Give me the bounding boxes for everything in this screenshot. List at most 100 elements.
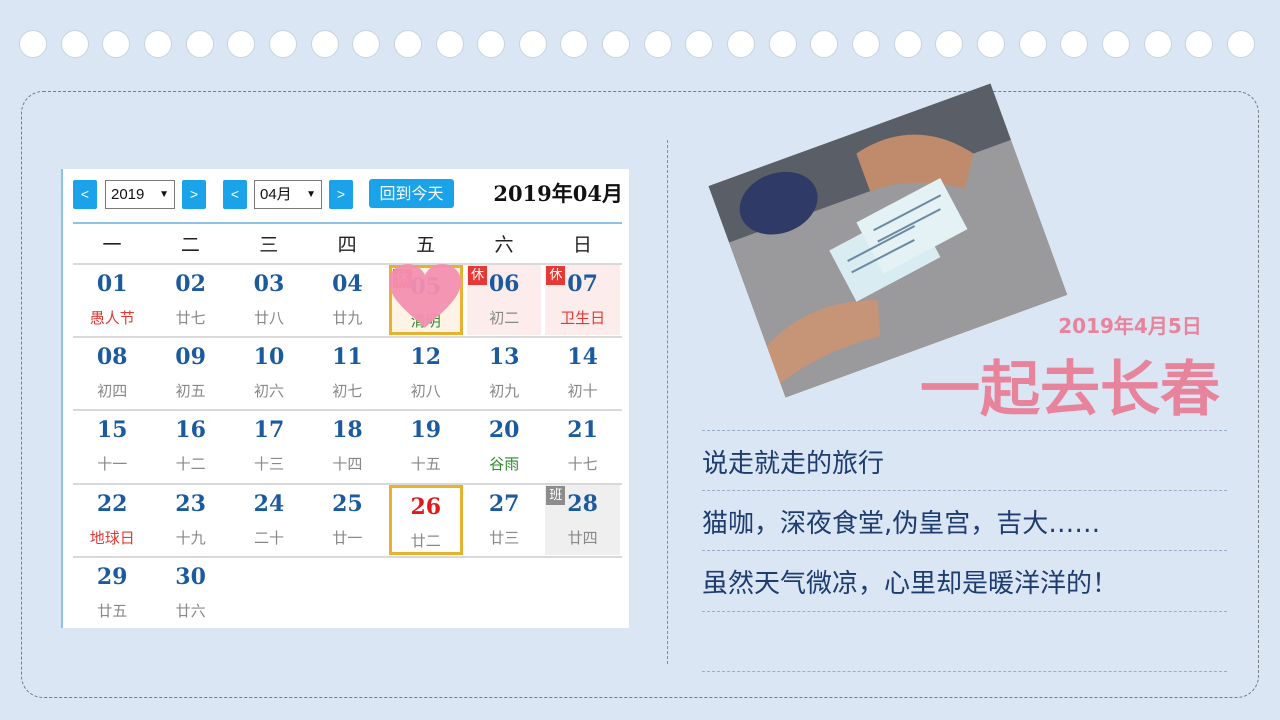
lunar-date: 廿七 xyxy=(175,309,206,327)
day-number: 14 xyxy=(567,344,598,371)
day-cell-25[interactable]: 25 廿一 xyxy=(310,485,384,555)
day-cell-27[interactable]: 27 廿三 xyxy=(467,485,541,555)
day-cell-04[interactable]: 04 廿九 xyxy=(310,265,384,335)
binder-holes xyxy=(19,30,1259,58)
trip-date: 2019年4月5日 xyxy=(1058,314,1202,338)
day-number: 30 xyxy=(175,563,206,590)
day-cell-22[interactable]: 22 地球日 xyxy=(75,485,149,555)
day-number: 25 xyxy=(332,490,363,517)
prev-year-button[interactable]: < xyxy=(73,180,97,209)
day-cell-15[interactable]: 15 十一 xyxy=(75,411,149,481)
day-cell-07[interactable]: 07 卫生日休 xyxy=(545,265,620,336)
day-cell-24[interactable]: 24 二十 xyxy=(232,485,306,555)
lunar-date: 十一 xyxy=(97,455,128,474)
day-number: 27 xyxy=(488,490,520,517)
lunar-date: 廿九 xyxy=(332,309,363,327)
day-cell-12[interactable]: 12 初八 xyxy=(389,338,463,408)
month-select-value: 04月 xyxy=(260,186,292,203)
day-cell-06[interactable]: 06 初二休 xyxy=(467,265,542,336)
dashed-rule xyxy=(702,550,1227,551)
day-number: 26 xyxy=(410,493,442,520)
prev-month-button[interactable]: < xyxy=(223,180,247,209)
day-cell-23[interactable]: 23 十九 xyxy=(153,485,227,555)
lunar-date: 初八 xyxy=(410,382,441,401)
binder-hole xyxy=(518,30,547,58)
day-cell-19[interactable]: 19 十五 xyxy=(389,411,463,481)
lunar-date: 十四 xyxy=(332,455,363,474)
day-number: 20 xyxy=(488,417,520,444)
day-number: 13 xyxy=(488,344,520,371)
year-select[interactable]: 2019 ▼ xyxy=(105,180,175,209)
work-day-badge: 班 xyxy=(546,485,566,505)
day-number: 24 xyxy=(253,490,285,517)
dashed-rule xyxy=(702,490,1227,491)
day-cell-14[interactable]: 14 初十 xyxy=(545,338,619,408)
day-number: 18 xyxy=(332,417,363,444)
weekday-row: 一二三四五六日 xyxy=(73,226,622,264)
day-cell-08[interactable]: 08 初四 xyxy=(75,338,149,408)
binder-hole xyxy=(268,30,297,58)
day-cell-21[interactable]: 21 十七 xyxy=(545,411,619,481)
day-cell-11[interactable]: 11 初七 xyxy=(310,338,384,408)
day-cell-16[interactable]: 16 十二 xyxy=(153,411,227,481)
month-select[interactable]: 04月 ▼ xyxy=(254,180,322,209)
day-cell-30[interactable]: 30 廿六 xyxy=(153,558,227,628)
day-number: 11 xyxy=(332,344,363,371)
binder-hole xyxy=(352,30,381,58)
day-cell-01[interactable]: 01 愚人节 xyxy=(75,265,149,335)
next-year-button[interactable]: > xyxy=(182,180,206,209)
binder-hole xyxy=(1101,30,1130,58)
day-number: 19 xyxy=(410,417,442,444)
day-cell-17[interactable]: 17 十三 xyxy=(232,411,306,481)
binder-hole xyxy=(19,30,47,58)
weekday-label: 五 xyxy=(416,234,436,256)
binder-hole xyxy=(60,30,89,58)
day-number: 23 xyxy=(175,490,206,517)
story-line-1: 说走就走的旅行 xyxy=(702,449,885,479)
day-cell-20[interactable]: 20 谷雨 xyxy=(467,411,541,481)
rest-day-badge: 休 xyxy=(468,266,487,285)
day-cell-03[interactable]: 03 廿八 xyxy=(232,265,306,335)
binder-hole xyxy=(976,30,1005,58)
binder-hole xyxy=(102,30,131,58)
rest-day-badge: 休 xyxy=(546,266,566,285)
lunar-date: 廿八 xyxy=(253,309,284,327)
dashed-rule xyxy=(702,430,1227,431)
day-cell-10[interactable]: 10 初六 xyxy=(232,338,306,408)
lunar-date: 廿六 xyxy=(175,601,206,620)
lunar-date: 十五 xyxy=(410,455,441,474)
dropdown-arrow-icon: ▼ xyxy=(306,189,316,200)
lunar-date: 愚人节 xyxy=(89,309,135,327)
header-divider xyxy=(73,222,622,224)
day-cell-29[interactable]: 29 廿五 xyxy=(75,558,149,628)
lunar-date: 初二 xyxy=(489,309,520,327)
weekday-label: 二 xyxy=(180,234,200,256)
binder-hole xyxy=(227,30,256,58)
day-number: 22 xyxy=(96,490,128,517)
binder-hole xyxy=(852,30,880,58)
day-cell-26[interactable]: 26 廿二 xyxy=(388,484,463,555)
day-cell-28[interactable]: 28 廿四班 xyxy=(545,484,620,555)
lunar-date: 初四 xyxy=(97,382,128,401)
binder-hole xyxy=(643,30,672,58)
lunar-date: 初五 xyxy=(175,382,206,401)
binder-hole xyxy=(1226,30,1255,58)
day-cell-02[interactable]: 02 廿七 xyxy=(153,265,227,335)
day-number: 10 xyxy=(253,344,285,371)
binder-hole xyxy=(768,30,797,58)
next-month-button[interactable]: > xyxy=(329,180,353,209)
lunar-date: 十二 xyxy=(175,455,206,474)
story-line-3: 虽然天气微凉，心里却是暖洋洋的！ xyxy=(702,569,1119,599)
day-cell-13[interactable]: 13 初九 xyxy=(467,338,541,408)
lunar-date: 十七 xyxy=(567,455,598,474)
binder-hole xyxy=(477,30,506,58)
day-cell-09[interactable]: 09 初五 xyxy=(153,338,227,408)
day-cell-18[interactable]: 18 十四 xyxy=(310,411,384,481)
lunar-date: 地球日 xyxy=(89,528,135,547)
binder-hole xyxy=(935,30,964,58)
year-select-value: 2019 xyxy=(111,186,145,203)
lunar-date: 初七 xyxy=(332,382,363,401)
binder-hole xyxy=(727,30,756,58)
lunar-date: 廿二 xyxy=(410,531,441,550)
back-to-today-button[interactable]: 回到今天 xyxy=(369,179,454,208)
